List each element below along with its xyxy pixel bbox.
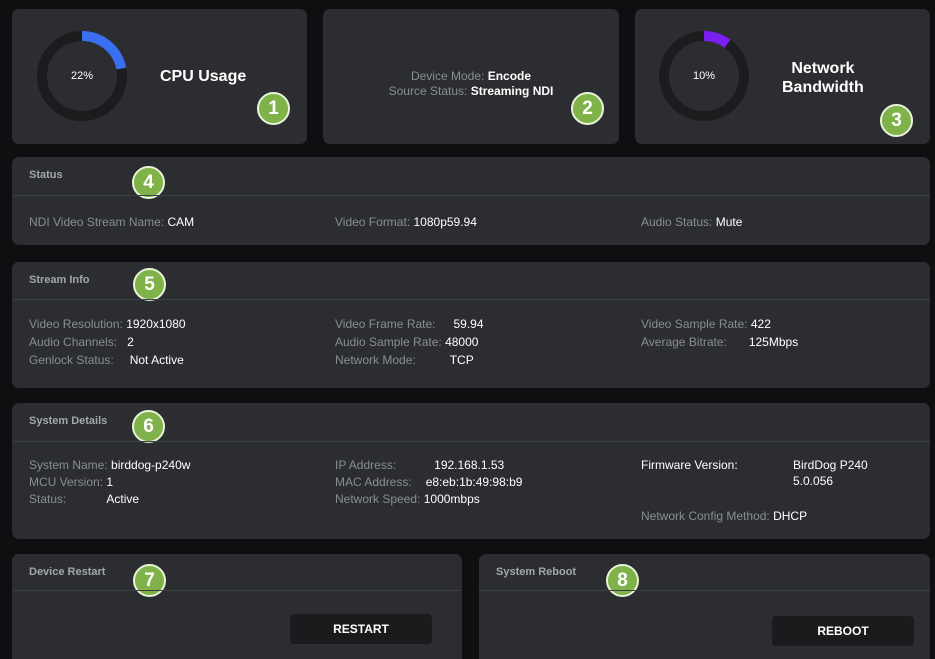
callout-badge-6: 6: [132, 410, 165, 443]
video-resolution: Video Resolution: 1920x1080: [29, 317, 186, 331]
video-sample-rate: Video Sample Rate: 422: [641, 317, 771, 331]
source-status-value: Streaming NDI: [470, 84, 554, 98]
network-bandwidth-card: 10% Network Bandwidth 3: [635, 9, 930, 144]
video-format-value: 1080p59.94: [413, 215, 477, 229]
cpu-gauge: 22%: [36, 30, 128, 122]
callout-badge-5: 5: [133, 268, 166, 301]
network-speed: Network Speed: 1000mbps: [335, 492, 480, 506]
network-config-method-value: DHCP: [773, 509, 808, 523]
audio-channels: Audio Channels: 2: [29, 335, 134, 349]
callout-badge-7: 7: [133, 564, 166, 597]
ndi-stream-name: NDI Video Stream Name: CAM: [29, 215, 195, 229]
network-gauge: 10%: [658, 30, 750, 122]
audio-status: Audio Status: Mute: [641, 215, 743, 229]
video-frame-rate-value: 59.94: [453, 317, 484, 331]
network-speed-value: 1000mbps: [423, 492, 480, 506]
device-restart-divider: [12, 590, 462, 591]
network-percent: 10%: [692, 70, 716, 82]
system-details-title: System Details: [29, 415, 108, 427]
cpu-percent: 22%: [70, 70, 94, 82]
ip-address: IP Address: 192.168.1.53: [335, 458, 505, 472]
device-mode-value: Encode: [487, 69, 532, 83]
firmware-version-label: Firmware Version:: [641, 458, 738, 472]
system-status-value: Active: [106, 492, 140, 506]
genlock-status-value: Not Active: [129, 353, 184, 367]
cpu-usage-card: 22% CPU Usage 1: [12, 9, 307, 144]
system-details-section: System Details 6 System Name: birddog-p2…: [12, 403, 930, 539]
device-restart-title: Device Restart: [29, 566, 106, 578]
reboot-button[interactable]: REBOOT: [772, 616, 914, 646]
system-reboot-section: System Reboot 8 REBOOT: [479, 554, 930, 659]
ip-address-value: 192.168.1.53: [434, 458, 505, 472]
restart-button[interactable]: RESTART: [290, 614, 432, 644]
status-title: Status: [29, 169, 63, 181]
system-reboot-divider: [479, 590, 930, 591]
system-status: Status: Active: [29, 492, 140, 506]
network-bandwidth-label: Network Bandwidth: [782, 59, 864, 97]
device-mode-label: Device Mode:: [410, 69, 485, 83]
callout-badge-1: 1: [257, 92, 290, 125]
audio-sample-rate: Audio Sample Rate: 48000: [335, 335, 479, 349]
callout-badge-8: 8: [606, 564, 639, 597]
network-label-line2: Bandwidth: [782, 79, 864, 96]
system-details-divider: [12, 441, 930, 442]
stream-info-title: Stream Info: [29, 274, 90, 286]
network-config-method: Network Config Method: DHCP: [641, 509, 808, 523]
firmware-version-value: BirdDog P240 5.0.056: [793, 458, 868, 488]
stream-info-divider: [12, 299, 930, 300]
mac-address: MAC Address: e8:eb:1b:49:98:b9: [335, 475, 523, 489]
mcu-version: MCU Version: 1: [29, 475, 114, 489]
network-label-line1: Network: [791, 60, 855, 77]
video-resolution-value: 1920x1080: [126, 317, 186, 331]
device-mode-card: Device Mode: Encode Source Status: Strea…: [323, 9, 619, 144]
ndi-stream-name-value: CAM: [167, 215, 195, 229]
genlock-status: Genlock Status: Not Active: [29, 353, 184, 367]
audio-status-value: Mute: [715, 215, 743, 229]
source-status-label: Source Status:: [388, 84, 468, 98]
system-reboot-title: System Reboot: [496, 566, 577, 578]
status-section: Status 4 NDI Video Stream Name: CAM Vide…: [12, 157, 930, 245]
cpu-usage-label: CPU Usage: [160, 68, 247, 85]
mcu-version-value: 1: [106, 475, 114, 489]
video-sample-rate-value: 422: [750, 317, 771, 331]
video-format: Video Format: 1080p59.94: [335, 215, 477, 229]
average-bitrate-value: 125Mbps: [748, 335, 799, 349]
mac-address-value: e8:eb:1b:49:98:b9: [425, 475, 523, 489]
status-divider: [12, 195, 930, 196]
callout-badge-2: 2: [571, 92, 604, 125]
callout-badge-3: 3: [880, 104, 913, 137]
average-bitrate: Average Bitrate: 125Mbps: [641, 335, 799, 349]
stream-info-section: Stream Info 5 Video Resolution: 1920x108…: [12, 262, 930, 388]
video-frame-rate: Video Frame Rate: 59.94: [335, 317, 484, 331]
system-name: System Name: birddog-p240w: [29, 458, 191, 472]
audio-channels-value: 2: [127, 335, 134, 349]
device-restart-section: Device Restart 7 RESTART: [12, 554, 462, 659]
system-name-value: birddog-p240w: [111, 458, 191, 472]
network-mode-value: TCP: [449, 353, 474, 367]
audio-sample-rate-value: 48000: [445, 335, 479, 349]
network-mode: Network Mode: TCP: [335, 353, 474, 367]
